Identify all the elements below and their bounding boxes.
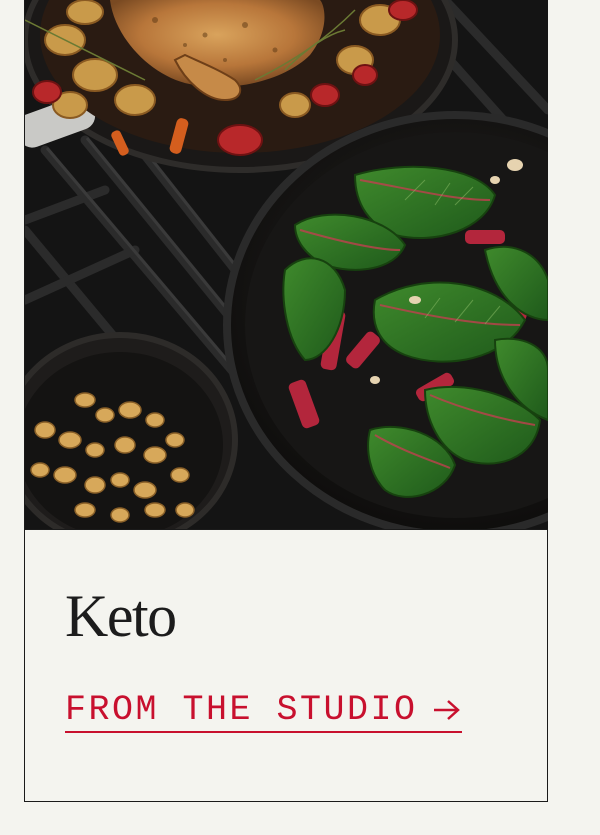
recipe-photo[interactable] — [25, 0, 548, 530]
cta-label: FROM THE STUDIO — [65, 690, 418, 730]
from-the-studio-link[interactable]: FROM THE STUDIO — [65, 690, 462, 733]
recipe-card[interactable]: Keto FROM THE STUDIO — [24, 0, 548, 802]
card-title[interactable]: Keto — [65, 586, 177, 646]
arrow-right-icon — [433, 700, 460, 720]
stovetop-food-image — [25, 0, 548, 529]
